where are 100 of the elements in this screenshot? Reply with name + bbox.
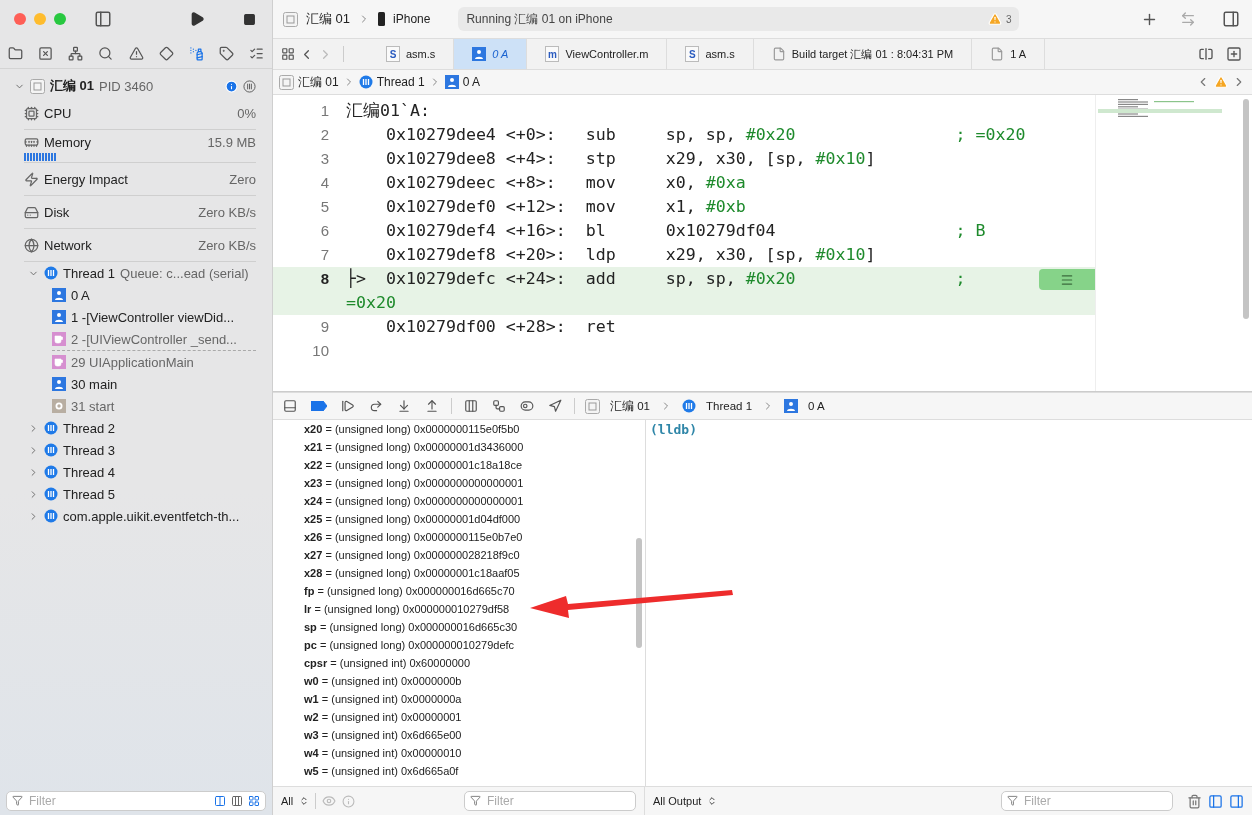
person-icon (52, 288, 66, 302)
gauge-label[interactable]: CPU (44, 105, 72, 121)
code-line: 0x10279deec <+8>: mov x0, #0xa (384, 172, 747, 194)
thread-label[interactable]: Thread 2 (63, 420, 116, 436)
process-name[interactable]: 汇编 01 (50, 77, 95, 95)
warning-count: 3 (1005, 13, 1012, 25)
breadcrumb-item[interactable]: Thread 1 (706, 400, 753, 412)
code-line: 0x10279def8 <+20>: ldp x29, x30, [sp, #0x10] (384, 244, 877, 266)
console-prompt: (lldb) (650, 422, 697, 437)
location-icon[interactable] (546, 397, 564, 415)
filter-field[interactable]: Filter (1001, 791, 1173, 811)
code-line: 0x10279dee8 <+4>: stp x29, x30, [sp, #0x10] (384, 148, 877, 170)
filter-icon (470, 795, 481, 806)
gauge-label[interactable]: Disk (44, 204, 70, 220)
code-line: 0x10279def4 <+16>: bl 0x10279df04 ; B (384, 220, 987, 242)
add-editor-icon[interactable] (1224, 44, 1244, 64)
editor-tab[interactable]: 1 A (972, 39, 1046, 69)
scrollbar[interactable] (636, 538, 642, 648)
left-panel-icon[interactable] (1208, 793, 1223, 809)
stack-frame[interactable]: 2 -[UIViewController _send... (71, 331, 237, 347)
variable-row[interactable]: w3 = (unsigned int) 0x6d665e00 (304, 726, 462, 744)
scope-menu[interactable]: All (281, 795, 294, 807)
thread-label[interactable]: Thread 4 (63, 464, 116, 480)
variable-row[interactable]: x24 = (unsigned long) 0x0000000000000001 (304, 492, 524, 510)
filter-field[interactable]: Filter (6, 791, 266, 811)
gauge-label[interactable]: Memory (44, 134, 91, 150)
scrollbar[interactable] (1243, 99, 1249, 319)
variable-row[interactable]: w0 = (unsigned int) 0x0000000b (304, 672, 462, 690)
person-icon (52, 310, 66, 324)
destination-name[interactable]: iPhone (393, 12, 431, 26)
thread-label[interactable]: Thread 3 (63, 442, 116, 458)
thread-icon (44, 266, 58, 280)
editor-tab[interactable]: m ViewController.m (527, 39, 668, 69)
gauge-value: Zero KB/s (198, 204, 256, 220)
thread-icon[interactable] (243, 79, 256, 93)
thread-label[interactable]: Thread 5 (63, 486, 116, 502)
variable-row[interactable]: w1 = (unsigned int) 0x0000000a (304, 690, 462, 708)
stack-frame[interactable]: 30 main (71, 376, 118, 392)
variable-row[interactable]: w5 = (unsigned int) 0x6d665a0f (304, 762, 459, 780)
stack-frame[interactable]: 29 UIApplicationMain (71, 354, 194, 370)
breadcrumb-item[interactable]: 0 A (462, 75, 481, 89)
breadcrumb-item[interactable]: 汇编 01 (610, 398, 650, 414)
variable-row[interactable]: pc = (unsigned long) 0x000000010279defc (304, 636, 515, 654)
globe-icon (24, 237, 39, 253)
gauge-value: 15.9 MB (207, 134, 256, 150)
variable-row[interactable]: x20 = (unsigned long) 0x0000000115e0f5b0 (304, 420, 520, 438)
editor-tab[interactable]: 0 A (454, 39, 528, 69)
thread-icon (44, 509, 58, 523)
variable-row[interactable]: x22 = (unsigned long) 0x00000001c18a18ce (304, 456, 523, 474)
gauge-label[interactable]: Network (44, 237, 92, 253)
filter-field[interactable]: Filter (464, 791, 636, 811)
variable-row[interactable]: fp = (unsigned long) 0x000000016d665c70 (304, 582, 515, 600)
gear-icon (52, 399, 66, 413)
breadcrumb-item[interactable]: 0 A (808, 400, 825, 412)
variable-row[interactable]: x25 = (unsigned long) 0x00000001d04df000 (304, 510, 521, 528)
thread-label[interactable]: com.apple.uikit.eventfetch-th... (63, 508, 240, 524)
variable-row[interactable]: cpsr = (unsigned int) 0x60000000 (304, 654, 471, 672)
variable-row[interactable]: x28 = (unsigned long) 0x00000001c18aaf05 (304, 564, 520, 582)
variable-row[interactable]: x23 = (unsigned long) 0x0000000000000001 (304, 474, 524, 492)
project-icon (283, 11, 298, 27)
right-panel-icon[interactable] (1229, 793, 1244, 809)
variable-row[interactable]: x27 = (unsigned long) 0x000000028218f9c0 (304, 546, 520, 564)
breakpoint-icon[interactable] (309, 399, 329, 413)
thread-label[interactable]: Thread 1 (63, 265, 116, 281)
breadcrumb-item[interactable]: 汇编 01 (298, 73, 339, 91)
variable-row[interactable]: w4 = (unsigned int) 0x00000010 (304, 744, 462, 762)
memory-graph-icon[interactable] (490, 397, 508, 415)
line-number: 7 (319, 245, 329, 265)
view-debugger-icon[interactable] (462, 397, 480, 415)
grid-icon[interactable] (279, 45, 297, 63)
stack-frame[interactable]: 1 -[ViewController viewDid... (71, 309, 235, 325)
stack-frame[interactable]: 0 A (71, 287, 90, 303)
filter-icon (12, 795, 23, 806)
phone-icon (378, 12, 386, 26)
scheme-name[interactable]: 汇编 01 (306, 10, 351, 28)
variable-row[interactable]: x21 = (unsigned long) 0x00000001d3436000 (304, 438, 524, 456)
editor-tab[interactable]: S asm.s (667, 39, 754, 69)
table-icon[interactable] (231, 795, 243, 807)
person-icon (52, 377, 66, 391)
trash-icon[interactable] (1187, 793, 1202, 809)
hide-panel-icon[interactable] (281, 397, 299, 415)
breadcrumb-item[interactable]: Thread 1 (376, 75, 425, 89)
close-button[interactable] (14, 13, 26, 25)
output-menu[interactable]: All Output (653, 795, 702, 807)
thread-icon (44, 465, 58, 479)
person-icon (784, 399, 799, 413)
columns-icon[interactable] (214, 795, 226, 807)
line-number: 1 (319, 101, 329, 121)
stack-frame[interactable]: 31 start (71, 398, 115, 414)
gauge-value: 0% (237, 105, 256, 121)
variable-row[interactable]: sp = (unsigned long) 0x000000016d665c30 (304, 618, 518, 636)
variable-row[interactable]: x26 = (unsigned long) 0x0000000115e0b7e0 (304, 528, 523, 546)
gauge-label[interactable]: Energy Impact (44, 171, 128, 187)
variable-row[interactable]: lr = (unsigned long) 0x000000010279df58 (304, 600, 510, 618)
variable-row[interactable]: w2 = (unsigned int) 0x00000001 (304, 708, 462, 726)
file-icon: m (545, 46, 560, 62)
grid-icon[interactable] (248, 795, 260, 807)
cup-icon (52, 332, 66, 346)
editor-tab[interactable]: Build target 汇编 01 : 8:04:31 PM (753, 39, 973, 69)
gauge-value: Zero (229, 171, 256, 187)
